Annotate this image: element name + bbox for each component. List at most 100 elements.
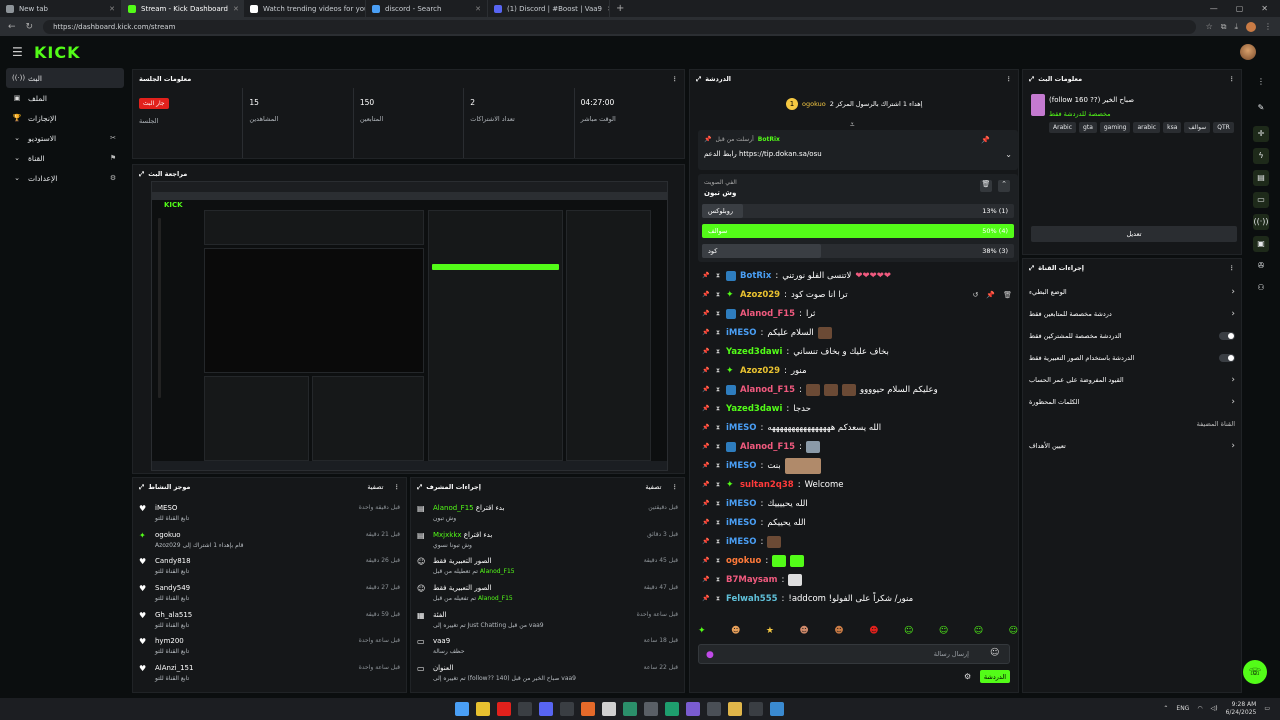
mod-user[interactable]: Alanod_F15	[478, 595, 513, 602]
more-icon[interactable]: ⋮	[1229, 264, 1236, 272]
wifi-icon[interactable]: ◠	[1197, 705, 1202, 712]
menu-icon[interactable]: ⋮	[1264, 22, 1272, 32]
mod-user[interactable]: Mxjxkkx	[433, 531, 462, 539]
sidebar-item-achievements[interactable]: 🏆 الإنجازات	[6, 108, 124, 128]
chat-username[interactable]: B7Maysam	[726, 575, 778, 585]
chat-username[interactable]: iMESO	[726, 537, 757, 547]
tab-new[interactable]: New tab ✕	[0, 0, 122, 17]
action-set-goals[interactable]: تعيين الأهداف ›	[1023, 435, 1241, 457]
chat-message[interactable]: 📌 ⧗ Yazed3dawi: بخاف عليك و بخاف تنساني	[698, 342, 1016, 361]
expand-icon[interactable]: ⤢	[139, 483, 144, 492]
chat-username[interactable]: Yazed3dawi	[726, 347, 782, 357]
emote-button[interactable]: ☺	[939, 626, 948, 640]
more-icon[interactable]: ⋮	[394, 483, 401, 491]
extension-icon[interactable]: ⧉	[1221, 22, 1227, 32]
more-icon[interactable]: ⋮	[1006, 75, 1013, 83]
poll-option[interactable]: كود 38% (3)	[702, 244, 1014, 258]
close-window-icon[interactable]: ✕	[1261, 4, 1268, 13]
lang-indicator[interactable]: ENG	[1176, 705, 1189, 712]
pin-message-icon[interactable]: 📌	[986, 291, 995, 299]
app-icon[interactable]	[665, 702, 679, 716]
chat-username[interactable]: Alanod_F15	[740, 385, 795, 395]
chat-username[interactable]: Alanod_F15	[740, 309, 795, 319]
chat-message[interactable]: 📌 ⧗ B7Maysam:	[698, 570, 1016, 589]
mod-user[interactable]: Alanod_F15	[433, 504, 474, 512]
download-icon[interactable]: ⤓	[1234, 22, 1238, 32]
kick-emote-icon[interactable]: ●	[706, 650, 714, 660]
emote-button[interactable]: ☻	[731, 626, 740, 640]
lightning-icon[interactable]: ϟ	[1253, 148, 1269, 164]
chat-message[interactable]: 📌 ⧗ iMESO:	[698, 532, 1016, 551]
pencil-icon[interactable]: ✎	[1253, 100, 1269, 116]
chat-message[interactable]: 📌 ⧗ ✦ Azoz029: منور	[698, 361, 1016, 380]
reload-icon[interactable]: ↻	[26, 22, 34, 32]
delete-icon[interactable]: 🗑	[1003, 291, 1012, 299]
monitor-icon[interactable]: ▣	[1253, 236, 1269, 252]
profile-avatar[interactable]	[1246, 21, 1256, 32]
chat-send-button[interactable]: الدردشة	[980, 670, 1010, 683]
windows-start-icon[interactable]	[455, 702, 469, 716]
chat-message[interactable]: 📌 ⧗ iMESO: السلام عليكم	[698, 323, 1016, 342]
expand-icon[interactable]: ⤢	[1029, 264, 1034, 273]
stream-preview-video[interactable]: KICK	[151, 181, 668, 471]
activity-user[interactable]: Gh_ala515	[155, 611, 360, 619]
expand-icon[interactable]: ⤢	[1029, 75, 1034, 84]
chat-message[interactable]: 📌 ⧗ iMESO: الله يحييييك	[698, 494, 1016, 513]
activity-user[interactable]: Candy818	[155, 557, 360, 565]
chat-message[interactable]: 📌 ⧗ ogokuo:	[698, 551, 1016, 570]
chat-message[interactable]: 📌 ⧗ Alanod_F15:	[698, 437, 1016, 456]
steam-icon[interactable]	[749, 702, 763, 716]
emoji-picker-icon[interactable]: ☺	[990, 648, 999, 658]
minimize-icon[interactable]: —	[1210, 4, 1218, 13]
star-icon[interactable]: ☆	[1206, 22, 1213, 32]
tab-discord[interactable]: (1) Discord | #Boost | Vaa9✕	[488, 0, 610, 17]
user-avatar[interactable]	[1240, 44, 1256, 60]
new-tab-button[interactable]: +	[610, 3, 630, 14]
chat-message[interactable]: 📌 ⧗ ✦ Azoz029: ترا انا صوت كود ↺ 📌 🗑	[698, 285, 1016, 304]
more-icon[interactable]: ⋮	[1229, 75, 1236, 83]
help-chat-icon[interactable]: ☏	[1243, 660, 1267, 684]
stream-category[interactable]: مخصصة للدردشة فقط	[1049, 110, 1111, 118]
app-icon[interactable]	[602, 702, 616, 716]
emote-button[interactable]: ★	[766, 626, 774, 640]
emote-button[interactable]: ☻	[799, 626, 808, 640]
action-slow-mode[interactable]: الوضع البطيء ›	[1023, 281, 1241, 303]
app-icon[interactable]	[581, 702, 595, 716]
poll-option[interactable]: سوالف 50% (4)	[702, 224, 1014, 238]
unpin-icon[interactable]: 📌	[981, 136, 990, 144]
broadcast-icon[interactable]: ((·))	[1253, 214, 1269, 230]
action-account-age[interactable]: القيود المفروضة على عمر الحساب ›	[1023, 369, 1241, 391]
app-icon[interactable]	[560, 702, 574, 716]
mod-user[interactable]: vaa9	[433, 637, 638, 645]
file-explorer-icon[interactable]	[476, 702, 490, 716]
chat-username[interactable]: BotRix	[740, 271, 771, 281]
filter-button[interactable]: تصفية	[645, 483, 661, 491]
chat-settings-icon[interactable]: ⚙	[964, 672, 971, 681]
tab-discord-search[interactable]: discord - Search ✕	[366, 0, 488, 17]
emote-button[interactable]: ☻	[869, 626, 878, 640]
pinned-text[interactable]: رابط الدعم https://tip.dokan.sa/osu	[704, 150, 822, 158]
people-icon[interactable]: ⚇	[1253, 280, 1269, 296]
collapse-icon[interactable]: ⩡	[850, 120, 855, 130]
chat-username[interactable]: iMESO	[726, 328, 757, 338]
chat-username[interactable]: Alanod_F15	[740, 442, 795, 452]
action-followers-only[interactable]: دردشة مخصصة للمتابعين فقط ›	[1023, 303, 1241, 325]
emotes-only-toggle[interactable]	[1219, 354, 1235, 362]
wrench-icon[interactable]: ✇	[1253, 258, 1269, 274]
activity-user[interactable]: iMESO	[155, 504, 353, 512]
chat-input[interactable]: إرسال رسالة	[698, 644, 1010, 664]
close-icon[interactable]: ✕	[475, 5, 481, 13]
pinned-author[interactable]: BotRix	[758, 136, 780, 143]
sidebar-item-settings[interactable]: ⌄ الإعدادات ⚙	[6, 168, 124, 188]
app-icon[interactable]	[623, 702, 637, 716]
subscribers-only-toggle[interactable]	[1219, 332, 1235, 340]
poll-option[interactable]: روبلوكس 13% (1)	[702, 204, 1014, 218]
tray-overflow-icon[interactable]: ⌃	[1163, 705, 1168, 712]
notification-icon[interactable]: ▭	[1264, 705, 1270, 712]
settings-icon[interactable]	[707, 702, 721, 716]
reply-icon[interactable]: ↺	[973, 291, 979, 299]
chat-message[interactable]: 📌 ⧗ BotRix: لاتنسى الفلو نورتني ❤❤❤❤❤	[698, 266, 1016, 285]
app-icon[interactable]	[644, 702, 658, 716]
chat-message[interactable]: 📌 ⧗ iMESO: بنت	[698, 456, 1016, 475]
close-icon[interactable]: ✕	[109, 5, 115, 13]
